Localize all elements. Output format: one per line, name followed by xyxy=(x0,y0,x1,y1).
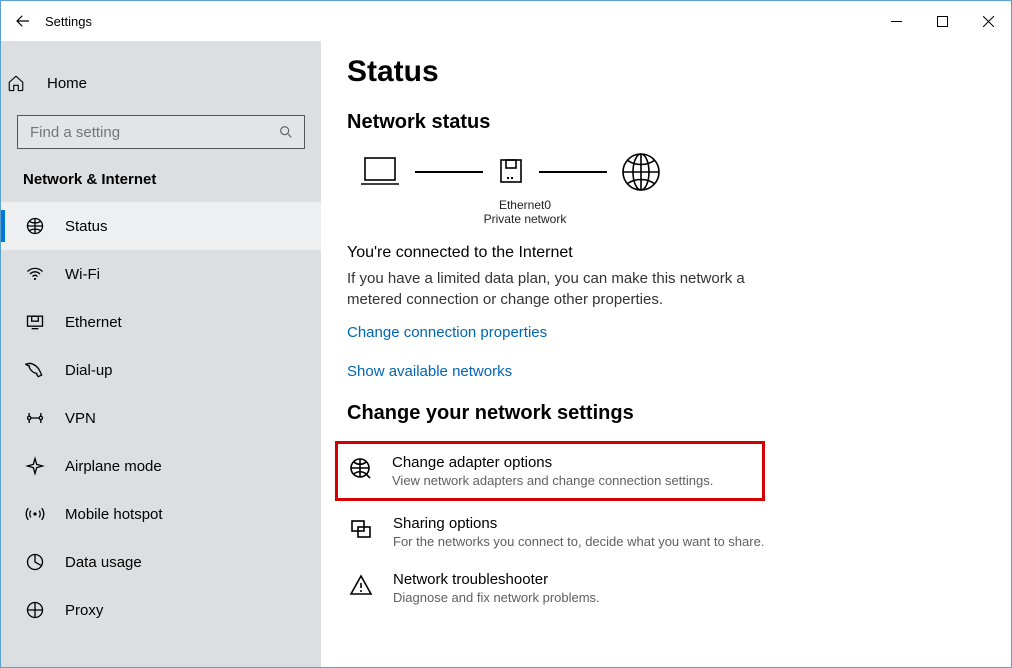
airplane-icon xyxy=(25,456,45,476)
sidebar-item-label: Dial-up xyxy=(65,362,113,379)
setting-desc: View network adapters and change connect… xyxy=(392,473,713,488)
sidebar-item-status[interactable]: Status xyxy=(1,202,321,250)
setting-desc: For the networks you connect to, decide … xyxy=(393,534,764,549)
change-connection-properties-link[interactable]: Change connection properties xyxy=(347,324,547,341)
ethernet-icon xyxy=(25,312,45,332)
setting-desc: Diagnose and fix network problems. xyxy=(393,590,600,605)
setting-title: Change adapter options xyxy=(392,454,713,471)
search-input-container[interactable] xyxy=(17,115,305,149)
dialup-icon xyxy=(25,360,45,380)
sidebar-item-label: Status xyxy=(65,218,108,235)
content-area: Status Network status Ethernet0 Private … xyxy=(321,41,1011,667)
laptop-icon xyxy=(357,154,403,190)
setting-change-adapter-options[interactable]: Change adapter options View network adap… xyxy=(335,441,765,501)
sidebar-item-label: Mobile hotspot xyxy=(65,506,163,523)
connection-headline: You're connected to the Internet xyxy=(347,244,971,262)
sidebar-item-ethernet[interactable]: Ethernet xyxy=(1,298,321,346)
sidebar-item-label: Data usage xyxy=(65,554,142,571)
titlebar: Settings xyxy=(1,1,1011,41)
back-arrow-icon xyxy=(14,12,32,30)
sidebar-item-label: VPN xyxy=(65,410,96,427)
minimize-icon xyxy=(891,16,902,27)
router-icon xyxy=(495,154,527,190)
adapter-name: Ethernet0 xyxy=(475,198,575,212)
home-nav[interactable]: Home xyxy=(7,63,321,103)
diagram-caption: Ethernet0 Private network xyxy=(475,198,575,226)
home-label: Home xyxy=(47,75,87,92)
sidebar-item-label: Wi-Fi xyxy=(65,266,100,283)
hotspot-icon xyxy=(25,504,45,524)
sidebar-item-label: Proxy xyxy=(65,602,103,619)
setting-network-troubleshooter[interactable]: Network troubleshooter Diagnose and fix … xyxy=(347,563,971,613)
search-input[interactable] xyxy=(28,123,278,142)
change-network-settings-heading: Change your network settings xyxy=(347,402,971,425)
sidebar-item-dialup[interactable]: Dial-up xyxy=(1,346,321,394)
setting-sharing-options[interactable]: Sharing options For the networks you con… xyxy=(347,507,971,557)
setting-title: Sharing options xyxy=(393,515,764,532)
sharing-icon xyxy=(347,515,375,541)
back-button[interactable] xyxy=(1,12,45,30)
sidebar-item-hotspot[interactable]: Mobile hotspot xyxy=(1,490,321,538)
sidebar-category: Network & Internet xyxy=(23,171,305,188)
home-icon xyxy=(7,74,25,92)
diagram-line xyxy=(415,171,483,173)
close-icon xyxy=(983,16,994,27)
network-status-heading: Network status xyxy=(347,111,971,134)
sidebar: Home Network & Internet Status Wi-Fi xyxy=(1,41,321,667)
wifi-icon xyxy=(25,264,45,284)
network-type: Private network xyxy=(475,212,575,226)
network-diagram xyxy=(357,150,971,194)
connection-body: If you have a limited data plan, you can… xyxy=(347,268,767,310)
setting-title: Network troubleshooter xyxy=(393,571,600,588)
sidebar-item-datausage[interactable]: Data usage xyxy=(1,538,321,586)
status-icon xyxy=(25,216,45,236)
vpn-icon xyxy=(25,408,45,428)
globe-icon xyxy=(619,150,663,194)
page-title: Status xyxy=(347,55,971,89)
sidebar-item-vpn[interactable]: VPN xyxy=(1,394,321,442)
sidebar-item-wifi[interactable]: Wi-Fi xyxy=(1,250,321,298)
window-title: Settings xyxy=(45,14,92,29)
sidebar-nav: Status Wi-Fi Ethernet Dial-up xyxy=(1,202,321,634)
sidebar-item-proxy[interactable]: Proxy xyxy=(1,586,321,634)
maximize-button[interactable] xyxy=(919,5,965,37)
sidebar-item-airplane[interactable]: Airplane mode xyxy=(1,442,321,490)
proxy-icon xyxy=(25,600,45,620)
adapter-icon xyxy=(346,454,374,480)
troubleshoot-icon xyxy=(347,571,375,597)
datausage-icon xyxy=(25,552,45,572)
maximize-icon xyxy=(937,16,948,27)
close-button[interactable] xyxy=(965,5,1011,37)
show-available-networks-link[interactable]: Show available networks xyxy=(347,363,512,380)
sidebar-item-label: Ethernet xyxy=(65,314,122,331)
sidebar-item-label: Airplane mode xyxy=(65,458,162,475)
search-icon xyxy=(278,124,294,140)
minimize-button[interactable] xyxy=(873,5,919,37)
diagram-line xyxy=(539,171,607,173)
